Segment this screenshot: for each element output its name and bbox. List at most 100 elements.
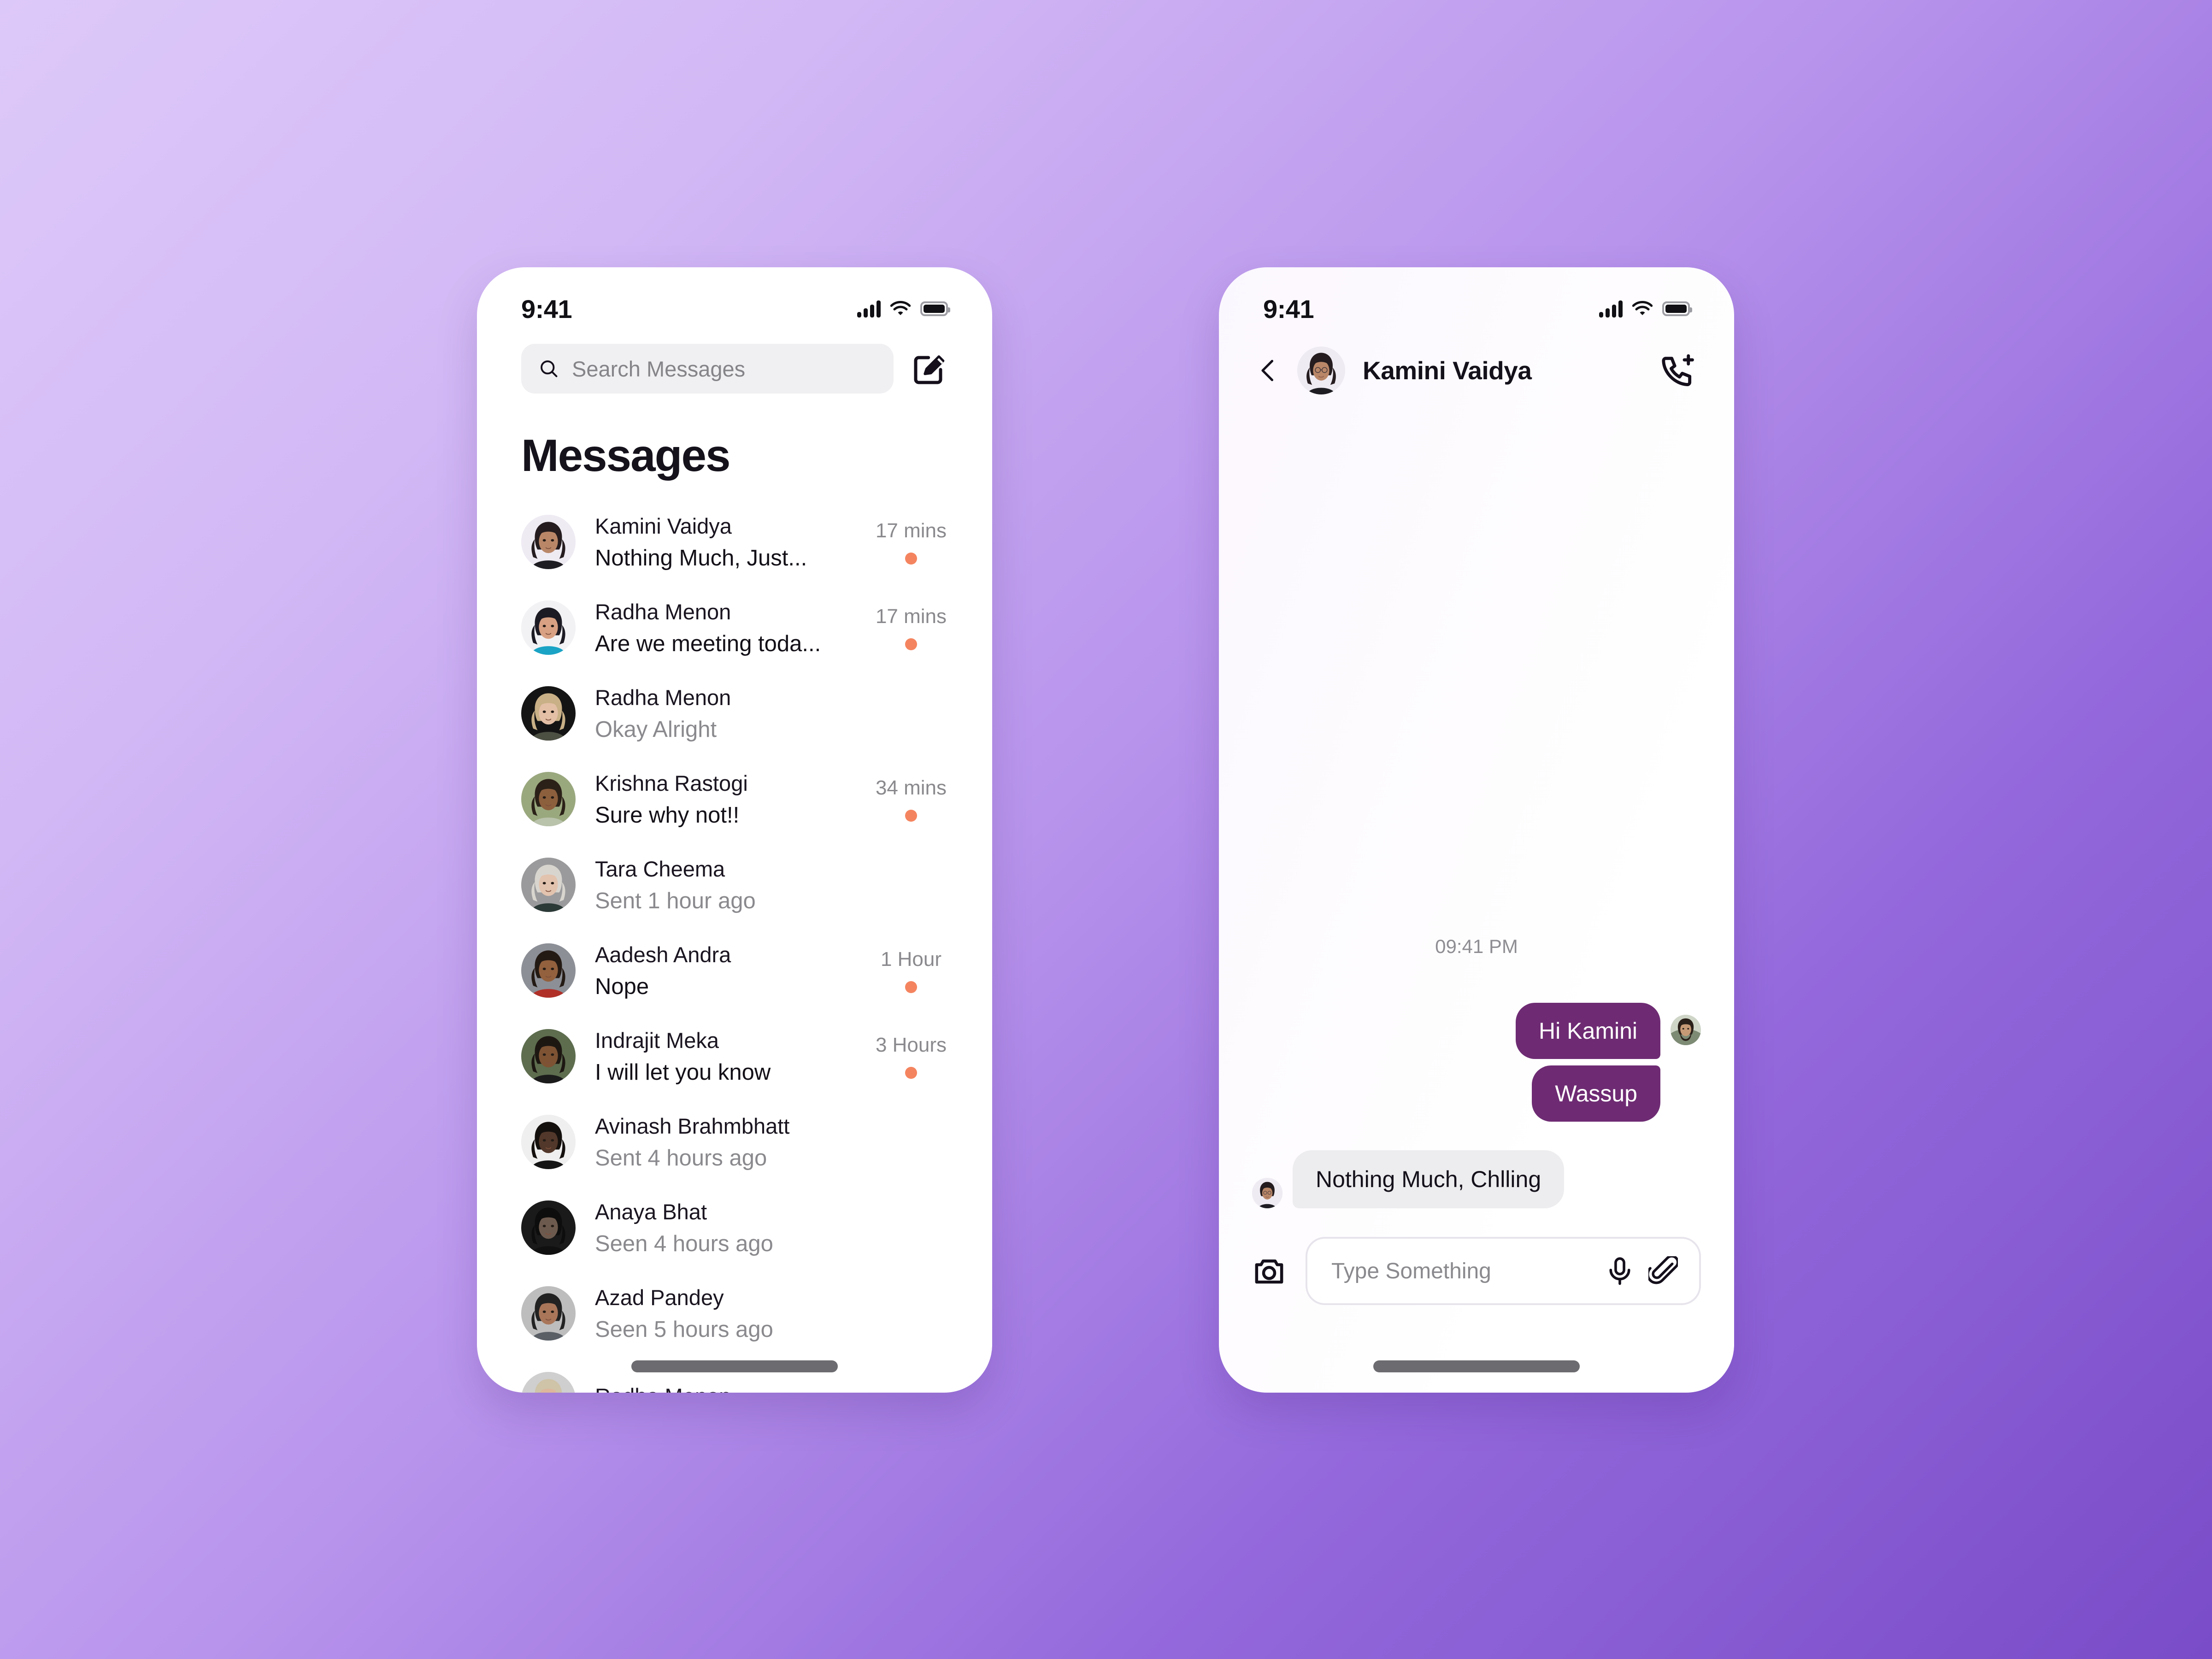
conversation-row[interactable]: Kamini Vaidya Nothing Much, Just... 17 m… — [477, 499, 992, 585]
conversation-text: Kamini Vaidya Nothing Much, Just... — [595, 513, 874, 571]
conversation-timestamp: 3 Hours — [875, 1034, 947, 1056]
message-bubble-outgoing[interactable]: Hi Kamini — [1516, 1003, 1660, 1059]
avatar-kamini-image — [1297, 347, 1345, 394]
conversation-name: Radha Menon — [595, 599, 731, 624]
chevron-left-icon[interactable] — [1255, 357, 1282, 384]
conversation-meta: 17 mins — [874, 519, 948, 565]
add-call-icon[interactable] — [1659, 353, 1695, 388]
search-row: Search Messages — [477, 336, 992, 394]
status-icon-group — [1599, 300, 1692, 318]
conversation-list[interactable]: Kamini Vaidya Nothing Much, Just... 17 m… — [477, 482, 992, 1393]
conversation-row[interactable]: Radha Menon Are we meeting toda... 17 mi… — [477, 585, 992, 671]
avatar — [521, 600, 576, 655]
avatar — [521, 1029, 576, 1083]
status-bar-chat: 9:41 — [1219, 267, 1734, 336]
conversation-name: Azad Pandey — [595, 1285, 724, 1310]
conversation-timestamp: 34 mins — [875, 777, 947, 799]
avatar-image — [521, 1286, 576, 1341]
avatar — [521, 772, 576, 826]
message-group-outgoing: Hi Kamini Wassup — [1252, 1003, 1701, 1122]
conversation-snippet: Sent 1 hour ago — [595, 888, 756, 913]
battery-full-icon — [1662, 301, 1692, 316]
outgoing-bubble-stack: Hi Kamini Wassup — [1516, 1003, 1660, 1122]
avatar[interactable] — [1671, 1015, 1701, 1045]
message-bubble-outgoing[interactable]: Wassup — [1532, 1065, 1660, 1122]
conversation-text: Radha Menon Are we meeting toda... — [595, 599, 874, 657]
avatar-image — [521, 686, 576, 741]
avatar — [521, 943, 576, 998]
conversation-row[interactable]: Aadesh Andra Nope 1 Hour — [477, 928, 992, 1013]
conversation-text: Indrajit Meka I will let you know — [595, 1028, 874, 1085]
phone-chat-thread: 9:41 Kamini Vaidya 09:41 PM Hi Kamini Wa… — [1219, 267, 1734, 1393]
conversation-text: Azad Pandey Seen 5 hours ago — [595, 1285, 874, 1342]
conversation-name: Tara Cheema — [595, 856, 725, 881]
page-title: Messages — [521, 430, 731, 481]
conversation-snippet: Nope — [595, 974, 649, 999]
avatar-image — [521, 858, 576, 912]
avatar — [521, 858, 576, 912]
conversation-name: Radha Menon — [595, 685, 731, 710]
search-icon — [541, 360, 558, 377]
conversation-snippet: Sent 4 hours ago — [595, 1145, 767, 1171]
conversation-text: Anaya Bhat Seen 4 hours ago — [595, 1199, 874, 1257]
conversation-snippet: Okay Alright — [595, 717, 717, 742]
conversation-snippet: Are we meeting toda... — [595, 631, 821, 656]
conversation-row[interactable]: Indrajit Meka I will let you know 3 Hour… — [477, 1013, 992, 1099]
message-group-incoming: Nothing Much, Chlling — [1252, 1150, 1701, 1208]
chat-header: Kamini Vaidya — [1219, 336, 1734, 394]
chat-thread: 09:41 PM Hi Kamini Wassup Nothing Much, … — [1219, 673, 1734, 1208]
conversation-snippet: Seen 5 hours ago — [595, 1317, 773, 1342]
avatar-image — [521, 1372, 576, 1393]
camera-icon[interactable] — [1252, 1254, 1286, 1288]
avatar — [521, 686, 576, 741]
chat-timestamp: 09:41 PM — [1435, 935, 1518, 957]
conversation-name: Avinash Brahmbhatt — [595, 1113, 790, 1138]
avatar — [521, 1286, 576, 1341]
unread-dot — [905, 553, 917, 565]
message-composer: Type Something — [1219, 1237, 1734, 1305]
avatar — [521, 1200, 576, 1255]
conversation-meta: 34 mins — [874, 777, 948, 822]
conversation-row[interactable]: Azad Pandey Seen 5 hours ago — [477, 1271, 992, 1356]
conversation-snippet: Seen 4 hours ago — [595, 1231, 773, 1256]
avatar-self-image — [1671, 1015, 1701, 1045]
message-input-placeholder: Type Something — [1331, 1259, 1491, 1283]
conversation-snippet: Sure why not!! — [595, 802, 740, 828]
avatar-image — [521, 943, 576, 998]
conversation-row[interactable]: Radha Menon Okay Alright — [477, 671, 992, 756]
compose-edit-icon[interactable] — [911, 350, 948, 387]
conversation-text: Tara Cheema Sent 1 hour ago — [595, 856, 874, 914]
avatar-kamini-image — [1252, 1178, 1282, 1208]
unread-dot — [905, 810, 917, 822]
status-icon-group — [857, 300, 950, 318]
message-bubble-incoming[interactable]: Nothing Much, Chlling — [1293, 1150, 1565, 1208]
conversation-name: Indrajit Meka — [595, 1028, 719, 1053]
conversation-timestamp: 17 mins — [875, 605, 947, 628]
unread-dot — [905, 981, 917, 993]
avatar-image — [521, 1200, 576, 1255]
conversation-row[interactable]: Tara Cheema Sent 1 hour ago — [477, 842, 992, 928]
phone-messages-list: 9:41 Search Messages Messages Kamini Vai… — [477, 267, 992, 1393]
conversation-name: Radha Menon — [595, 1383, 874, 1393]
microphone-icon[interactable] — [1605, 1256, 1635, 1286]
avatar-image — [521, 1029, 576, 1083]
avatar-image — [521, 515, 576, 569]
conversation-row[interactable]: Krishna Rastogi Sure why not!! 34 mins — [477, 756, 992, 842]
chat-contact-name: Kamini Vaidya — [1363, 356, 1532, 385]
conversation-meta: 17 mins — [874, 605, 948, 650]
avatar[interactable] — [1252, 1178, 1282, 1208]
avatar-image — [521, 600, 576, 655]
message-input[interactable]: Type Something — [1306, 1237, 1701, 1305]
conversation-name: Krishna Rastogi — [595, 771, 748, 795]
conversation-text: Radha Menon — [595, 1383, 874, 1393]
wifi-icon — [890, 301, 911, 315]
conversation-meta: 3 Hours — [874, 1034, 948, 1079]
conversation-row[interactable]: Avinash Brahmbhatt Sent 4 hours ago — [477, 1099, 992, 1185]
paperclip-icon[interactable] — [1648, 1256, 1678, 1286]
conversation-row[interactable]: Anaya Bhat Seen 4 hours ago — [477, 1185, 992, 1271]
avatar[interactable] — [1297, 347, 1345, 394]
search-input[interactable]: Search Messages — [521, 344, 894, 394]
conversation-text: Krishna Rastogi Sure why not!! — [595, 771, 874, 828]
conversation-text: Radha Menon Okay Alright — [595, 685, 874, 742]
conversation-snippet: Nothing Much, Just... — [595, 545, 807, 571]
